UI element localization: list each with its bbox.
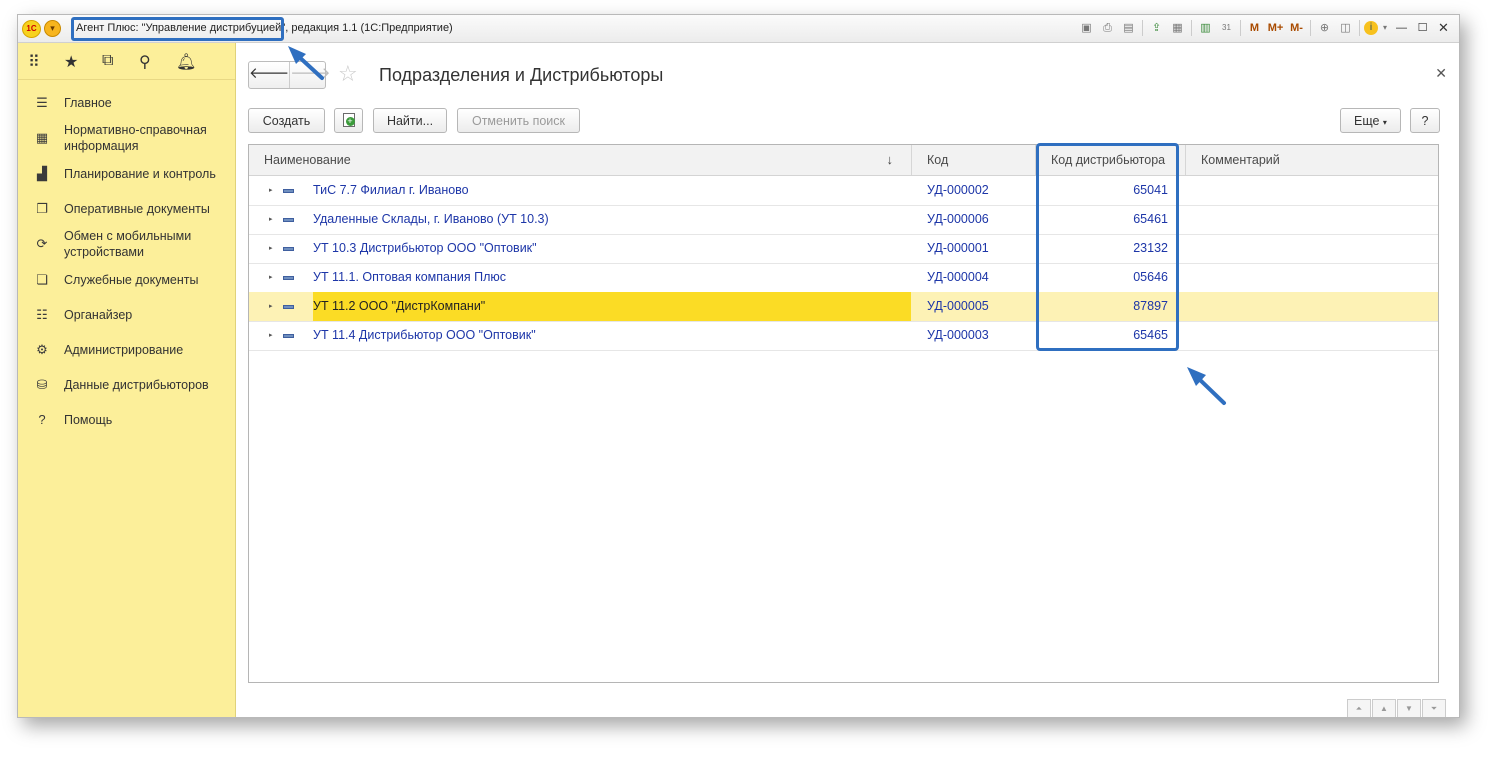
annotation-arrow-title <box>288 46 324 80</box>
annotation-arrows <box>288 46 1226 405</box>
annotation-arrow-column <box>1187 367 1226 405</box>
